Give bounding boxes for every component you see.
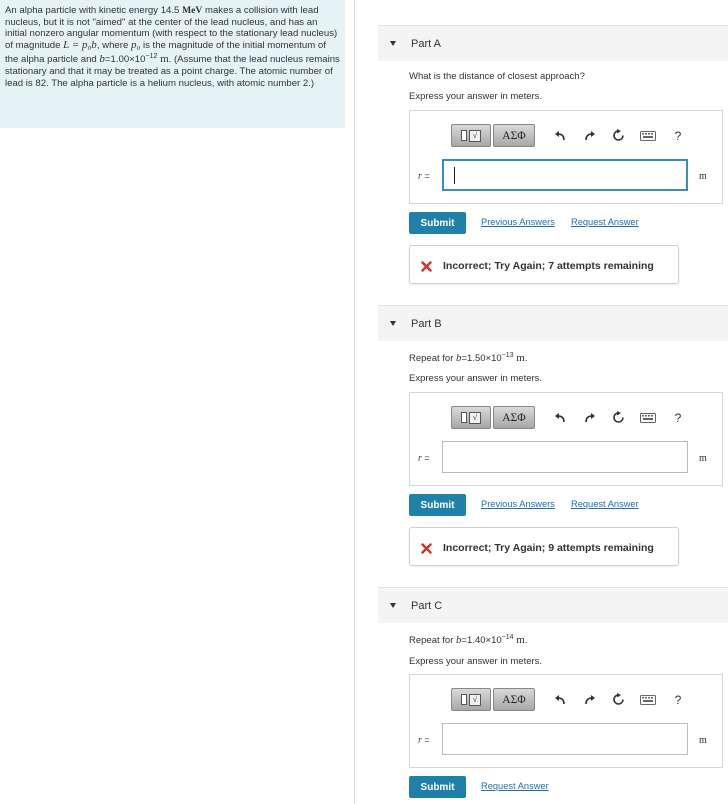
sqrt-icon: √: [469, 411, 481, 424]
sqrt-icon: √: [469, 129, 481, 142]
help-icon[interactable]: ?: [667, 689, 689, 711]
undo-icon[interactable]: [549, 407, 571, 429]
part-a-feedback: Incorrect; Try Again; 7 attempts remaini…: [409, 245, 679, 284]
help-icon[interactable]: ?: [667, 407, 689, 429]
part-c-request-answer-link[interactable]: Request Answer: [481, 781, 549, 791]
part-c-question: Repeat for b=1.40×10−14 m.: [409, 634, 528, 646]
reset-icon[interactable]: [607, 125, 629, 147]
keyboard-icon[interactable]: [637, 125, 659, 147]
math-toolbar: √ ΑΣΦ ?: [451, 404, 689, 431]
part-title: Part A: [411, 38, 441, 50]
part-b-request-answer-link[interactable]: Request Answer: [571, 499, 639, 509]
angular-momentum-expression: L = p₀b: [63, 38, 97, 51]
math-toolbar: √ ΑΣΦ ?: [451, 686, 689, 713]
unit-label: m: [699, 171, 707, 182]
part-a-answer-box: √ ΑΣΦ ? r = m: [409, 110, 723, 204]
part-c-submit-button[interactable]: Submit: [409, 776, 466, 798]
reset-icon[interactable]: [607, 407, 629, 429]
impact-parameter-exponent: −12: [145, 53, 158, 61]
part-b-header[interactable]: Part B: [378, 305, 728, 341]
part-a-question: What is the distance of closest approach…: [409, 71, 585, 82]
impact-parameter-unit: m: [157, 53, 169, 66]
part-b-previous-answers-link[interactable]: Previous Answers: [481, 499, 555, 509]
greek-symbols-button[interactable]: ΑΣΦ: [493, 124, 535, 147]
part-c-answer-input[interactable]: [442, 723, 688, 755]
templates-button[interactable]: √: [451, 688, 491, 711]
part-b-submit-button[interactable]: Submit: [409, 494, 466, 516]
help-icon[interactable]: ?: [667, 125, 689, 147]
sqrt-icon: √: [469, 693, 481, 706]
impact-parameter-value: =1.00×10: [104, 54, 146, 66]
unit-label: m: [699, 735, 707, 746]
keyboard-icon[interactable]: [637, 407, 659, 429]
redo-icon[interactable]: [579, 689, 601, 711]
unit-label: m: [699, 453, 707, 464]
part-a-request-answer-link[interactable]: Request Answer: [571, 217, 639, 227]
redo-icon[interactable]: [579, 407, 601, 429]
problem-text: , where: [96, 39, 131, 51]
part-a-instructions: Express your answer in meters.: [409, 91, 543, 102]
undo-icon[interactable]: [549, 125, 571, 147]
column-divider: [354, 0, 355, 804]
text-caret: [454, 167, 455, 184]
part-a-submit-button[interactable]: Submit: [409, 212, 466, 234]
undo-icon[interactable]: [549, 689, 571, 711]
part-a-header[interactable]: Part A: [378, 25, 728, 61]
greek-symbols-button[interactable]: ΑΣΦ: [493, 688, 535, 711]
variable-label: r =: [418, 453, 430, 464]
part-b-feedback: Incorrect; Try Again; 9 attempts remaini…: [409, 527, 679, 566]
problem-text: An alpha particle with kinetic energy 14…: [5, 5, 183, 16]
part-c-header[interactable]: Part C: [378, 587, 728, 623]
part-c-instructions: Express your answer in meters.: [409, 656, 543, 667]
momentum-symbol: p₀: [130, 38, 141, 51]
templates-button[interactable]: √: [451, 124, 491, 147]
part-b-answer-input[interactable]: [442, 441, 688, 473]
collapse-triangle-icon[interactable]: [390, 321, 396, 326]
part-b-answer-box: √ ΑΣΦ ? r = m: [409, 392, 723, 486]
reset-icon[interactable]: [607, 689, 629, 711]
feedback-message: Incorrect; Try Again; 7 attempts remaini…: [443, 260, 654, 272]
math-toolbar: √ ΑΣΦ ?: [451, 122, 689, 149]
variable-label: r =: [418, 171, 430, 182]
energy-unit: MeV: [182, 5, 203, 16]
part-a-answer-input[interactable]: [442, 159, 688, 191]
redo-icon[interactable]: [579, 125, 601, 147]
part-a-previous-answers-link[interactable]: Previous Answers: [481, 217, 555, 227]
feedback-message: Incorrect; Try Again; 9 attempts remaini…: [443, 542, 654, 554]
part-c-answer-box: √ ΑΣΦ ? r = m: [409, 674, 723, 768]
keyboard-icon[interactable]: [637, 689, 659, 711]
collapse-triangle-icon[interactable]: [390, 41, 396, 46]
collapse-triangle-icon[interactable]: [390, 603, 396, 608]
part-title: Part B: [411, 318, 442, 330]
problem-statement: An alpha particle with kinetic energy 14…: [0, 0, 345, 128]
greek-symbols-button[interactable]: ΑΣΦ: [493, 406, 535, 429]
incorrect-x-icon: [421, 259, 432, 277]
templates-button[interactable]: √: [451, 406, 491, 429]
variable-label: r =: [418, 735, 430, 746]
part-title: Part C: [411, 600, 443, 612]
part-b-instructions: Express your answer in meters.: [409, 373, 543, 384]
part-b-question: Repeat for b=1.50×10−13 m.: [409, 352, 528, 364]
incorrect-x-icon: [421, 541, 432, 559]
